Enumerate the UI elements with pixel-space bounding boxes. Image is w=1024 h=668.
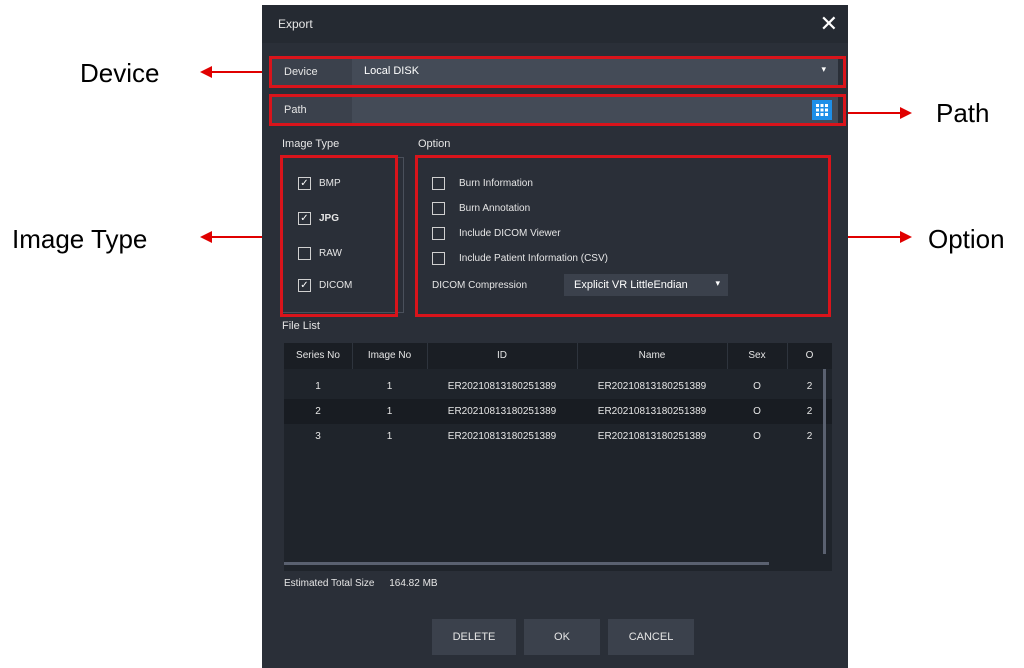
checkbox-unchecked-icon[interactable] — [432, 177, 445, 190]
file-list-table[interactable]: Series No Image No ID Name Sex O 1 1 ER2… — [284, 343, 832, 571]
image-type-bmp[interactable]: ✓ BMP — [298, 177, 341, 190]
image-type-raw[interactable]: RAW — [298, 247, 342, 260]
option-include-patient-information[interactable]: Include Patient Information (CSV) — [432, 252, 608, 265]
checkbox-label: JPG — [319, 213, 340, 224]
dicom-compression-label: DICOM Compression — [432, 280, 528, 291]
estimated-size: Estimated Total Size 164.82 MB — [284, 578, 438, 589]
column-header[interactable]: Name — [577, 350, 727, 361]
checkbox-unchecked-icon[interactable] — [432, 227, 445, 240]
image-type-callout: Image Type — [12, 224, 148, 254]
checkbox-checked-icon[interactable]: ✓ — [298, 177, 311, 190]
dicom-compression-select[interactable]: Explicit VR LittleEndian ▾ — [564, 274, 728, 296]
cell-id: ER20210813180251389 — [447, 381, 557, 392]
table-header: Series No Image No ID Name Sex O — [284, 343, 832, 369]
device-callout: Device — [80, 58, 160, 88]
title-bar: Export ✕ — [262, 5, 848, 43]
checkbox-label: BMP — [319, 178, 341, 189]
checkbox-label: RAW — [319, 248, 342, 259]
checkbox-label: Burn Information — [459, 178, 533, 189]
option-label: Option — [418, 138, 451, 150]
option-arrow-head — [900, 231, 912, 243]
checkbox-checked-icon[interactable]: ✓ — [298, 212, 311, 225]
path-arrow-head — [900, 107, 912, 119]
table-row[interactable]: 3 1 ER20210813180251389 ER20210813180251… — [284, 424, 832, 449]
cell-name: ER20210813180251389 — [597, 381, 707, 392]
file-list-label: File List — [282, 320, 320, 332]
cell-image-no: 1 — [386, 406, 393, 417]
image-type-jpg[interactable]: ✓ JPG — [298, 212, 339, 225]
option-callout: Option — [928, 224, 1005, 254]
export-dialog: Export ✕ Device Local DISK ▾ Path Image … — [262, 5, 848, 668]
path-callout: Path — [936, 98, 990, 128]
checkbox-unchecked-icon[interactable] — [298, 247, 311, 260]
dicom-compression-value: Explicit VR LittleEndian — [574, 279, 688, 291]
table-row[interactable]: 2 1 ER20210813180251389 ER20210813180251… — [284, 399, 832, 424]
cell-series-no: 1 — [315, 381, 321, 392]
checkbox-checked-icon[interactable]: ✓ — [298, 279, 311, 292]
cell-sex: O — [753, 431, 761, 442]
cell-id: ER20210813180251389 — [447, 431, 557, 442]
image-type-label: Image Type — [282, 138, 340, 150]
image-type-dicom[interactable]: ✓ DICOM — [298, 279, 352, 292]
cell-image-no: 1 — [386, 381, 393, 392]
chevron-down-icon: ▾ — [715, 278, 720, 288]
cell-sex: O — [753, 381, 761, 392]
cell-series-no: 2 — [315, 406, 321, 417]
cell-name: ER20210813180251389 — [597, 431, 707, 442]
checkbox-unchecked-icon[interactable] — [432, 202, 445, 215]
option-burn-information[interactable]: Burn Information — [432, 177, 533, 190]
checkbox-unchecked-icon[interactable] — [432, 252, 445, 265]
column-header[interactable]: Image No — [352, 350, 427, 361]
dialog-title: Export — [278, 17, 313, 31]
cell-sex: O — [753, 406, 761, 417]
column-header[interactable]: Series No — [284, 350, 352, 361]
device-highlight — [269, 56, 846, 88]
cell-name: ER20210813180251389 — [597, 406, 707, 417]
checkbox-label: Include DICOM Viewer — [459, 228, 561, 239]
column-header[interactable]: Sex — [727, 350, 787, 361]
path-arrow-line — [842, 112, 902, 114]
estimated-size-value: 164.82 MB — [389, 578, 438, 589]
cell-id: ER20210813180251389 — [447, 406, 557, 417]
table-row[interactable]: 1 1 ER20210813180251389 ER20210813180251… — [284, 374, 832, 399]
close-icon[interactable]: ✕ — [820, 11, 838, 37]
cell-series-no: 3 — [315, 431, 321, 442]
checkbox-label: DICOM — [319, 280, 353, 291]
ok-button[interactable]: OK — [524, 619, 600, 655]
option-include-dicom-viewer[interactable]: Include DICOM Viewer — [432, 227, 561, 240]
checkbox-label: Burn Annotation — [459, 203, 531, 214]
checkbox-label: Include Patient Information (CSV) — [459, 253, 608, 264]
column-header[interactable]: O — [787, 350, 832, 361]
estimated-size-label: Estimated Total Size — [284, 578, 375, 589]
cell-image-no: 1 — [386, 431, 393, 442]
horizontal-scrollbar[interactable] — [284, 562, 769, 565]
column-header[interactable]: ID — [427, 350, 577, 361]
delete-button[interactable]: DELETE — [432, 619, 516, 655]
cancel-button[interactable]: CANCEL — [608, 619, 694, 655]
vertical-scrollbar[interactable] — [823, 369, 826, 554]
path-highlight — [269, 94, 846, 126]
option-burn-annotation[interactable]: Burn Annotation — [432, 202, 530, 215]
device-arrow-line — [210, 71, 270, 73]
